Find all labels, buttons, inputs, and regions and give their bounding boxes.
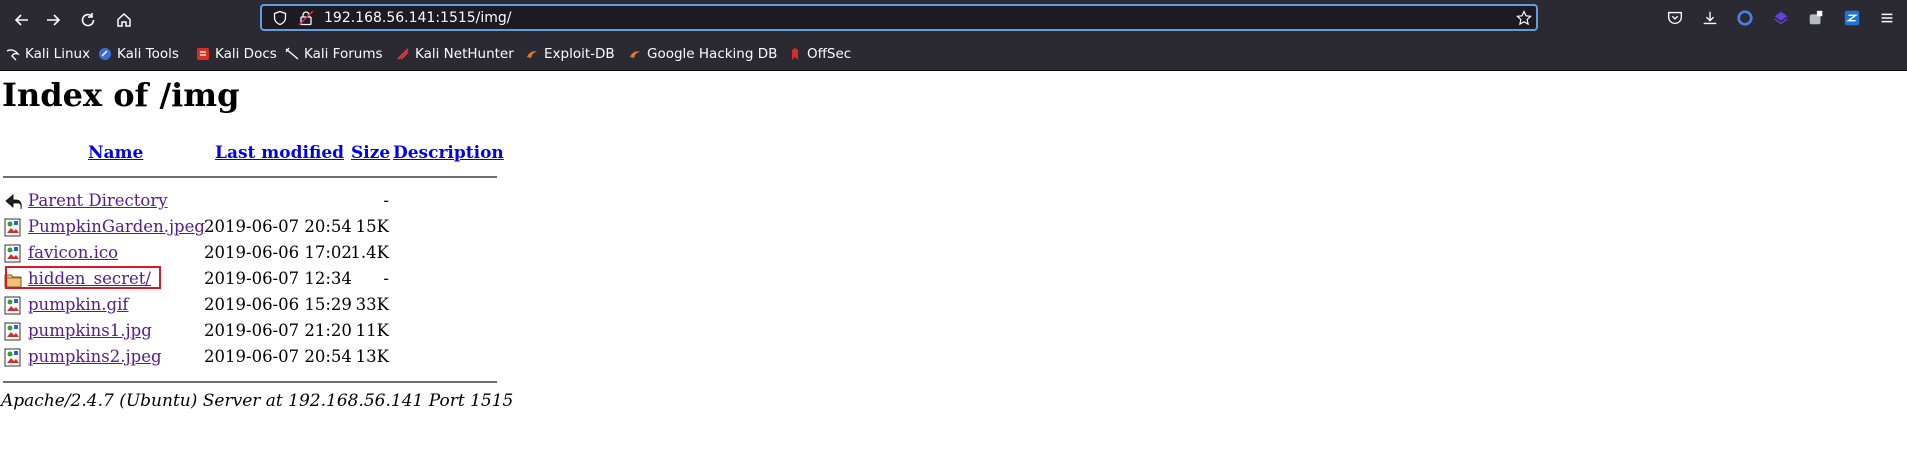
row-modified: 2019-06-06 17:02 xyxy=(204,243,352,262)
hamburger-menu-icon[interactable] xyxy=(1877,8,1897,28)
listing-row-parent-directory: Parent Directory - xyxy=(0,189,500,213)
reload-icon xyxy=(81,13,95,27)
listing-row: pumpkins1.jpg 2019-06-07 21:20 11K xyxy=(0,319,500,343)
kali-tools-icon xyxy=(99,48,111,60)
red-highlight-box xyxy=(5,266,161,289)
bookmarks-bar: Kali Linux Kali Tools Kali Docs Kali For… xyxy=(0,38,1907,71)
kali-forums-icon xyxy=(285,47,299,60)
image-file-icon xyxy=(4,218,21,237)
bookmark-offsec[interactable]: OffSec xyxy=(788,45,851,63)
listing-row: PumpkinGarden.jpeg 2019-06-07 20:54 15K xyxy=(0,215,500,239)
bookmark-kali-linux[interactable]: Kali Linux xyxy=(6,45,90,63)
row-size: 15K xyxy=(355,217,389,236)
column-header-name[interactable]: Name xyxy=(88,143,143,163)
forward-arrow-icon xyxy=(47,14,61,26)
bookmark-kali-tools[interactable]: Kali Tools xyxy=(98,45,179,63)
offsec-icon xyxy=(792,48,798,60)
file-link-pumpkins1-jpg[interactable]: pumpkins1.jpg xyxy=(28,321,152,340)
row-size: - xyxy=(383,191,389,210)
reload-button[interactable] xyxy=(75,7,101,33)
forward-button[interactable] xyxy=(40,7,66,33)
file-link-pumpkingarden-jpeg[interactable]: PumpkinGarden.jpeg xyxy=(28,217,205,236)
kali-docs-icon xyxy=(197,48,209,60)
bookmark-exploit-db[interactable]: Exploit-DB xyxy=(525,45,615,63)
extension-circle-icon[interactable] xyxy=(1735,8,1755,28)
image-file-icon xyxy=(4,244,21,263)
back-arrow-icon xyxy=(5,194,22,210)
pocket-icon[interactable] xyxy=(1665,8,1685,28)
home-button[interactable] xyxy=(111,7,137,33)
column-header-size[interactable]: Size xyxy=(351,143,390,163)
back-arrow-icon xyxy=(14,14,28,26)
insecure-lock-icon[interactable] xyxy=(298,10,314,26)
url-bar[interactable]: 192.168.56.141:1515/img/ xyxy=(260,4,1538,31)
url-text[interactable]: 192.168.56.141:1515/img/ xyxy=(324,10,512,26)
bookmark-kali-nethunter[interactable]: Kali NetHunter xyxy=(396,45,514,63)
row-size: 11K xyxy=(355,321,389,340)
footer-divider xyxy=(3,381,497,383)
row-size: 13K xyxy=(355,347,389,366)
file-link-favicon-ico[interactable]: favicon.ico xyxy=(28,243,118,262)
bookmark-google-hacking-db[interactable]: Google Hacking DB xyxy=(628,45,777,63)
downloads-icon[interactable] xyxy=(1700,8,1720,28)
row-modified: 2019-06-06 15:29 xyxy=(204,295,352,314)
file-link-pumpkins2-jpeg[interactable]: pumpkins2.jpeg xyxy=(28,347,162,366)
listing-row: pumpkins2.jpeg 2019-06-07 20:54 13K xyxy=(0,345,500,369)
row-modified: 2019-06-07 21:20 xyxy=(204,321,352,340)
exploit-db-icon xyxy=(527,51,537,58)
nethunter-icon xyxy=(397,48,409,60)
extension-zap-icon[interactable] xyxy=(1842,8,1862,28)
row-modified: 2019-06-07 12:34 xyxy=(204,269,352,288)
parent-directory-link[interactable]: Parent Directory xyxy=(28,191,168,210)
listing-row: pumpkin.gif 2019-06-06 15:29 33K xyxy=(0,293,500,317)
extension-puzzle-icon[interactable] xyxy=(1806,8,1826,28)
bookmark-kali-forums[interactable]: Kali Forums xyxy=(285,45,383,63)
image-file-icon xyxy=(4,322,21,341)
page-content: Index of /img Name Last modified Size De… xyxy=(0,71,1907,469)
file-link-pumpkin-gif[interactable]: pumpkin.gif xyxy=(28,295,129,314)
column-header-last-modified[interactable]: Last modified xyxy=(215,143,344,163)
extension-layers-icon[interactable] xyxy=(1771,8,1791,28)
kali-dragon-icon xyxy=(6,49,20,61)
column-header-description[interactable]: Description xyxy=(393,143,504,163)
image-file-icon xyxy=(4,348,21,367)
shield-icon[interactable] xyxy=(272,10,288,26)
row-modified: 2019-06-07 20:54 xyxy=(204,347,352,366)
row-size: 33K xyxy=(355,295,389,314)
back-button[interactable] xyxy=(9,7,35,33)
listing-row: favicon.ico 2019-06-06 17:02 1.4K xyxy=(0,241,500,265)
header-divider xyxy=(3,176,497,178)
page-title: Index of /img xyxy=(2,76,240,114)
row-size: 1.4K xyxy=(350,243,389,262)
browser-toolbar: 192.168.56.141:1515/img/ xyxy=(0,0,1907,38)
row-size: - xyxy=(383,269,389,288)
row-modified: 2019-06-07 20:54 xyxy=(204,217,352,236)
image-file-icon xyxy=(4,296,21,315)
server-signature: Apache/2.4.7 (Ubuntu) Server at 192.168.… xyxy=(1,391,514,411)
bookmark-kali-docs[interactable]: Kali Docs xyxy=(196,45,277,63)
ghdb-icon xyxy=(630,51,640,58)
home-icon xyxy=(117,12,131,27)
bookmark-star-icon[interactable] xyxy=(1516,10,1532,26)
